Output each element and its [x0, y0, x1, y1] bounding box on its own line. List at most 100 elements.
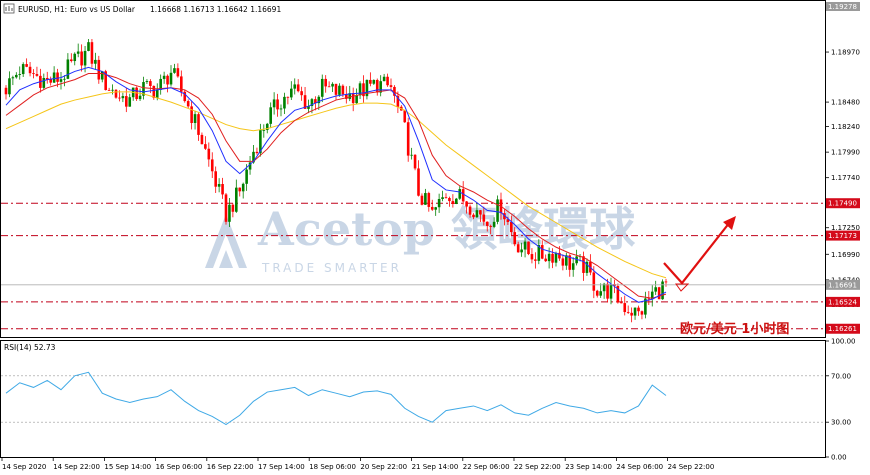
- candle-body: [107, 90, 111, 91]
- candle-body: [63, 78, 66, 80]
- price-tick-label: 1.17740: [831, 174, 860, 182]
- candle-body: [444, 197, 448, 199]
- candle-body: [235, 187, 238, 212]
- candle-body: [149, 81, 152, 86]
- candle-body: [300, 91, 303, 96]
- candle-body: [28, 66, 32, 74]
- candle-body: [592, 272, 596, 291]
- candlesticks: [4, 38, 668, 323]
- candle-body: [355, 95, 358, 104]
- candle-body: [186, 101, 190, 107]
- chart-menu-icon[interactable]: [3, 3, 15, 14]
- candle-body: [155, 89, 159, 98]
- candle-body: [465, 201, 468, 207]
- candle-body: [492, 221, 496, 227]
- rsi-panel-frame: [0, 340, 826, 458]
- candle-body: [554, 252, 558, 263]
- time-tick-label: 17 Sep 14:00: [258, 463, 305, 471]
- candle-body: [472, 214, 475, 218]
- candle-body: [152, 85, 156, 98]
- candle-body: [276, 99, 279, 110]
- candle-body: [520, 249, 523, 253]
- candle-body: [595, 290, 599, 296]
- candle-body: [623, 303, 627, 313]
- candle-body: [52, 72, 56, 83]
- current-price-tag-label: 1.16691: [828, 281, 857, 289]
- candle-body: [204, 144, 207, 149]
- candle-body: [138, 95, 142, 100]
- candle-body: [245, 169, 248, 184]
- candle-body: [8, 78, 11, 95]
- candle-body: [403, 110, 407, 123]
- forecast-arrow: [663, 216, 736, 292]
- candle-body: [169, 72, 173, 85]
- candle-body: [513, 232, 517, 245]
- top-price-tag-label: 1.19278: [828, 3, 857, 11]
- candle-body: [417, 168, 420, 196]
- candle-body: [214, 171, 217, 187]
- candle-body: [427, 193, 431, 207]
- candle-body: [571, 263, 575, 270]
- candle-body: [11, 77, 15, 79]
- candle-body: [262, 130, 266, 131]
- trading-chart: Acetop 領峰環球 TRADE SMARTER EURUSD, H1: Eu…: [0, 0, 860, 471]
- candle-body: [4, 87, 8, 95]
- candle-body: [657, 287, 661, 300]
- candle-body: [176, 68, 180, 77]
- candle-body: [369, 79, 372, 84]
- candle-body: [640, 311, 644, 315]
- candle-body: [241, 183, 245, 192]
- candle-body: [437, 198, 441, 208]
- candle-body: [468, 206, 472, 215]
- candle-body: [173, 68, 176, 73]
- candle-body: [87, 42, 90, 51]
- candle-body: [293, 84, 297, 89]
- candle-body: [434, 207, 437, 210]
- candle-body: [197, 114, 200, 135]
- candle-body: [25, 64, 28, 67]
- candle-body: [338, 85, 341, 95]
- candle-body: [389, 85, 393, 87]
- candle-body: [15, 74, 18, 78]
- candle-body: [382, 76, 386, 82]
- rsi-tick-label: 70.00: [831, 372, 851, 380]
- candle-body: [475, 210, 479, 218]
- watermark-text: Acetop 領峰環球: [257, 202, 636, 256]
- candle-body: [90, 42, 94, 64]
- candle-body: [530, 254, 534, 260]
- level-tag-label: 1.16524: [828, 298, 857, 306]
- candle-body: [279, 108, 283, 110]
- candle-body: [496, 199, 499, 222]
- candle-body: [290, 88, 293, 98]
- candle-body: [630, 312, 633, 316]
- time-tick-label: 18 Sep 06:00: [309, 463, 356, 471]
- candle-body: [430, 206, 434, 210]
- candle-body: [114, 89, 118, 98]
- candle-body: [582, 256, 585, 273]
- candle-body: [341, 85, 345, 95]
- candle-body: [32, 73, 35, 75]
- candle-body: [118, 97, 121, 99]
- candle-body: [458, 189, 462, 199]
- price-tick-label: 1.18970: [831, 49, 860, 57]
- candle-body: [410, 154, 413, 156]
- candle-body: [56, 72, 59, 82]
- time-tick-label: 23 Sep 14:00: [565, 463, 612, 471]
- symbol-description: Euro vs US Dollar: [70, 5, 136, 14]
- time-tick-label: 21 Sep 14:00: [412, 463, 459, 471]
- time-tick-label: 24 Sep 22:00: [668, 463, 715, 471]
- candle-body: [420, 195, 424, 205]
- candle-body: [647, 298, 651, 300]
- candle-body: [190, 106, 193, 124]
- candle-body: [664, 281, 668, 283]
- level-tag-label: 1.17173: [828, 232, 857, 240]
- candle-body: [49, 79, 52, 83]
- candle-body: [413, 154, 417, 169]
- candle-body: [547, 253, 551, 262]
- candle-body: [448, 197, 451, 202]
- price-tick-label: 1.18480: [831, 99, 860, 107]
- candle-body: [272, 99, 276, 108]
- candle-body: [661, 281, 664, 300]
- candle-body: [609, 284, 613, 299]
- candle-body: [128, 97, 132, 107]
